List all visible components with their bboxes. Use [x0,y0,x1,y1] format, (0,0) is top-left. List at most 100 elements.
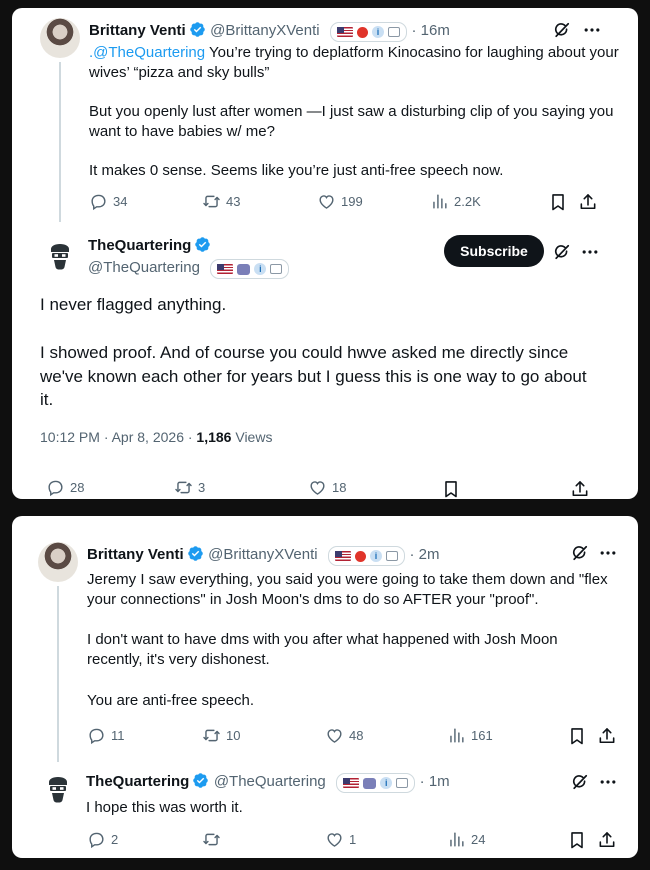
repost-button[interactable]: 10 [202,726,240,745]
camera-icon [396,778,409,788]
views-button[interactable]: 2.2K [430,192,481,211]
repost-count: 43 [226,194,241,209]
like-count: 199 [341,194,363,209]
views-icon [447,726,466,745]
screenshot-card-2: Brittany Venti @BrittanyXVenti i · 2m Je… [12,516,638,858]
grok-icon[interactable] [570,772,590,792]
main-author-handle-row: @TheQuartering i [88,259,290,279]
reply-paragraph-3: It makes 0 sense. Seems like you’re just… [89,162,504,179]
views-icon [447,830,466,849]
share-icon[interactable] [570,479,590,499]
views-count: 24 [471,832,486,847]
author-handle[interactable]: @TheQuartering [88,259,200,276]
like-icon [317,192,336,211]
more-icon[interactable] [580,242,600,262]
profile-badges: i [336,773,416,793]
author-handle[interactable]: @BrittanyXVenti [208,546,317,563]
more-icon[interactable] [582,20,602,40]
author-name[interactable]: TheQuartering [86,773,189,790]
author-handle[interactable]: @BrittanyXVenti [210,22,319,39]
reply-count: 11 [111,728,125,743]
repost-count: 3 [198,480,206,495]
post-time[interactable]: · 1m [420,773,450,790]
share-icon[interactable] [597,726,617,746]
repost-icon [174,478,193,497]
us-flag-icon [335,551,352,561]
views-count: 2.2K [454,194,481,209]
mask-icon [363,777,377,789]
post-metadata: 10:12 PM · Apr 8, 2026 · 1,186 Views [40,429,272,445]
thread-line [57,586,59,762]
like-count: 48 [349,728,364,743]
bookmark-icon[interactable] [567,726,587,746]
verified-badge-icon [189,21,206,38]
like-icon [308,478,327,497]
tweet2-header: TheQuartering @TheQuartering i · 1m [86,772,450,793]
bookmark-icon[interactable] [441,479,461,499]
camera-icon [386,551,399,561]
reply-button[interactable]: 2 [87,830,118,849]
post-timestamp[interactable]: 10:12 PM · Apr 8, 2026 · [40,429,196,445]
camera-icon [270,264,283,274]
like-button[interactable]: 18 [308,478,346,497]
subscribe-button[interactable]: Subscribe [444,235,544,267]
reply-text: .@TheQuartering You’re trying to deplatf… [89,43,619,83]
reply-count: 28 [70,480,85,495]
quartering-avatar[interactable] [48,243,72,271]
brittany-avatar[interactable] [38,542,78,582]
grok-icon[interactable] [570,543,590,563]
tomato-icon [357,26,369,38]
share-icon[interactable] [578,192,598,212]
us-flag-icon [217,264,234,274]
repost-button[interactable]: 3 [174,478,205,497]
views-count: 161 [471,728,493,743]
post-time[interactable]: · 16m [412,22,450,39]
share-icon[interactable] [597,830,617,850]
camera-icon [388,27,401,37]
like-button[interactable]: 48 [325,726,363,745]
main-author-name-row: TheQuartering [88,236,211,255]
brittany-avatar[interactable] [40,18,80,58]
post-time[interactable]: · 2m [410,546,440,563]
author-name[interactable]: TheQuartering [88,237,191,254]
view-count: 1,186 [196,429,232,445]
reply-button[interactable]: 11 [87,726,125,745]
grok-icon[interactable] [552,242,572,262]
author-name[interactable]: Brittany Venti [87,546,184,563]
profile-badges: i [330,22,408,42]
reply-count: 2 [111,832,119,847]
repost-button[interactable] [202,830,221,849]
info-icon: i [380,777,393,789]
mention-link[interactable]: .@TheQuartering [89,44,205,61]
like-button[interactable]: 1 [325,830,356,849]
repost-button[interactable]: 43 [202,192,240,211]
author-handle[interactable]: @TheQuartering [214,773,326,790]
bookmark-icon[interactable] [548,192,568,212]
views-button[interactable]: 161 [447,726,493,745]
more-icon[interactable] [598,543,618,563]
verified-badge-icon [187,545,204,562]
grok-icon[interactable] [552,20,572,40]
like-count: 18 [332,480,347,495]
reply-icon [89,192,108,211]
more-icon[interactable] [598,772,618,792]
like-button[interactable]: 199 [317,192,363,211]
us-flag-icon [337,27,354,37]
quartering-avatar[interactable] [46,776,70,804]
info-icon: i [254,263,267,275]
author-name[interactable]: Brittany Venti [89,22,186,39]
reply-button[interactable]: 28 [46,478,84,497]
info-icon: i [372,26,385,38]
views-button[interactable]: 24 [447,830,485,849]
bookmark-icon[interactable] [567,830,587,850]
tweet1-paragraph-2: I don't want to have dms with you after … [87,631,558,668]
thread-line [59,62,61,222]
tomato-icon [355,550,367,562]
screenshot-card-1: Brittany Venti @BrittanyXVenti i · 16m .… [12,8,638,499]
views-label: Views [231,429,273,445]
verified-badge-icon [194,236,211,253]
reply-icon [46,478,65,497]
info-icon: i [370,550,383,562]
reply-button[interactable]: 34 [89,192,127,211]
reply-header: Brittany Venti @BrittanyXVenti i · 16m [89,21,450,42]
